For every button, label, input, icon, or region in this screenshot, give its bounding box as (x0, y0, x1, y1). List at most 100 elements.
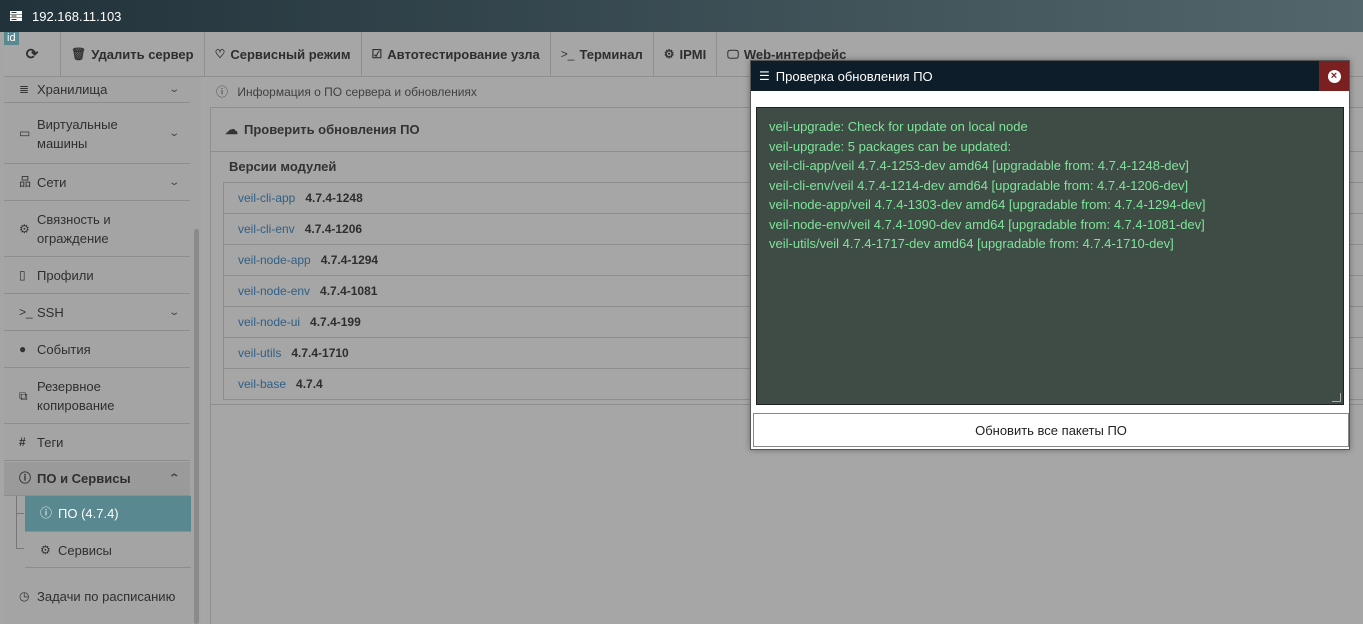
trash-icon: 🗑 (71, 47, 87, 61)
modules-title: Версии модулей (229, 159, 337, 174)
dialog-title: Проверка обновления ПО (775, 68, 933, 84)
window-titlebar: 192.168.11.103 (0, 0, 1363, 32)
tree-line (16, 548, 24, 549)
gears-icon: ⚙ (663, 47, 675, 61)
module-name-link[interactable]: veil-cli-app (238, 191, 295, 205)
tree-line (16, 496, 17, 548)
module-name-link[interactable]: veil-base (238, 377, 286, 391)
delete-server-button[interactable]: 🗑 Удалить сервер (61, 32, 205, 76)
dialog-header: ☰ Проверка обновления ПО × (751, 61, 1349, 91)
sidebar-item-profiles[interactable]: ▯ Профили (4, 258, 190, 294)
info-circle-icon: ⓘ (40, 506, 53, 520)
chevron-up-icon: ⌃ (167, 473, 180, 484)
console-line: veil-node-app/veil 4.7.4-1303-dev amd64 … (769, 197, 1206, 212)
terminal-icon: >_ (560, 47, 575, 61)
clock-icon: ◷ (19, 589, 30, 603)
delete-server-label: Удалить сервер (91, 46, 194, 62)
refresh-icon: ⟳ (25, 46, 39, 63)
chevron-down-icon: ⌄ (167, 307, 180, 318)
sidebar-item-label: Сети (37, 175, 67, 190)
module-name-link[interactable]: veil-node-app (238, 253, 311, 267)
console-line: veil-utils/veil 4.7.4-1717-dev amd64 [up… (769, 236, 1174, 251)
sidebar-item-networks[interactable]: 品 Сети ⌄ (4, 165, 190, 201)
sidebar-item-vms[interactable]: ▭ Виртуальные машины ⌄ (4, 104, 190, 164)
module-version: 4.7.4-1206 (304, 222, 363, 236)
sidebar-item-label: Резервное копирование (37, 379, 115, 413)
module-version: 4.7.4-1294 (320, 253, 379, 267)
module-version: 4.7.4-1248 (305, 191, 363, 205)
sidebar-item-label: Профили (37, 268, 94, 283)
chevron-down-icon: ⌄ (167, 84, 180, 95)
sidebar-item-label: Виртуальные машины (37, 116, 118, 151)
server-icon (10, 11, 22, 21)
terminal-label: Терминал (579, 46, 643, 62)
sidebar-item-label: События (37, 342, 91, 357)
monitor-icon: ▭ (19, 126, 31, 140)
sidebar-item-label: Хранилища (37, 82, 108, 97)
check-square-icon: ☑ (371, 47, 383, 61)
cloud-download-icon: ☁ (225, 121, 238, 137)
sidebar-scrollbar[interactable] (191, 77, 201, 624)
console-line: veil-node-env/veil 4.7.4-1090-dev amd64 … (769, 216, 1205, 232)
info-circle-icon: ⓘ (19, 471, 32, 485)
chevron-down-icon: ⌄ (167, 128, 180, 139)
module-name-link[interactable]: veil-node-env (238, 284, 310, 298)
module-name-link[interactable]: veil-node-ui (238, 315, 300, 329)
sidebar-item-label: Сервисы (58, 542, 112, 558)
module-version: 4.7.4-199 (310, 315, 361, 329)
database-icon: ≣ (19, 82, 30, 96)
module-version: 4.7.4-1081 (320, 284, 378, 298)
terminal-button[interactable]: >_ Терминал (551, 32, 654, 76)
desktop-icon: 🖵 (727, 46, 739, 61)
sidebar-item-tags[interactable]: # Теги (4, 425, 190, 461)
sidebar-item-label: ПО и Сервисы (37, 471, 131, 486)
sidebar-item-storage[interactable]: ≣ Хранилища ⌄ (4, 77, 190, 103)
check-updates-label: Проверить обновления ПО (244, 122, 420, 137)
terminal-icon: >_ (19, 305, 33, 319)
sidebar-item-services[interactable]: ⚙ Сервисы (25, 533, 191, 568)
software-info-header: ⓘ Информация о ПО сервера и обновлениях (216, 83, 477, 100)
update-check-dialog: ☰ Проверка обновления ПО × veil-upgrade:… (750, 60, 1350, 450)
update-console-output[interactable]: veil-upgrade: Check for update on local … (756, 107, 1344, 405)
dialog-close-button[interactable]: × (1319, 61, 1349, 91)
sidebar-item-events[interactable]: ● События (4, 332, 190, 368)
console-line: veil-cli-env/veil 4.7.4-1214-dev amd64 [… (769, 177, 1189, 193)
sidebar-item-ssh[interactable]: >_ SSH ⌄ (4, 295, 190, 331)
sidebar-item-label: Связность и ограждение (37, 212, 111, 246)
tree-line (16, 513, 24, 514)
sidebar-item-scheduled-tasks[interactable]: ◷ Задачи по расписанию (4, 569, 190, 624)
autotest-button[interactable]: ☑ Автотестирование узла (362, 32, 551, 76)
service-mode-button[interactable]: ♡ Сервисный режим (205, 32, 362, 76)
console-line: veil-upgrade: 5 packages can be updated: (769, 138, 1012, 154)
module-version: 4.7.4-1710 (291, 346, 349, 360)
sitemap-icon: 品 (19, 175, 32, 189)
gears-icon: ⚙ (40, 542, 51, 557)
scrollbar-thumb[interactable] (194, 229, 199, 624)
module-name-link[interactable]: veil-utils (238, 346, 281, 360)
copy-icon: ⧉ (19, 388, 28, 403)
info-circle-icon: ⓘ (216, 85, 229, 99)
close-icon: × (1327, 69, 1341, 83)
sidebar-item-label: Задачи по расписанию (37, 589, 176, 604)
module-version: 4.7.4 (296, 377, 323, 391)
console-line: veil-cli-app/veil 4.7.4-1253-dev amd64 [… (769, 158, 1189, 173)
sidebar: ≣ Хранилища ⌄ ▭ Виртуальные машины ⌄ 品 С… (4, 77, 192, 624)
comment-icon: ● (19, 342, 27, 356)
resize-handle[interactable] (1332, 393, 1341, 402)
id-badge: id (4, 32, 19, 45)
chevron-down-icon: ⌄ (167, 177, 180, 188)
update-all-button[interactable]: Обновить все пакеты ПО (753, 413, 1349, 447)
sidebar-item-label: ПО (4.7.4) (58, 506, 119, 521)
file-icon: ▯ (19, 268, 26, 282)
heartbeat-icon: ♡ (214, 47, 226, 61)
ipmi-button[interactable]: ⚙ IPMI (654, 32, 718, 76)
ipmi-label: IPMI (679, 46, 707, 62)
sliders-icon: ☰ (759, 69, 770, 83)
console-line: veil-upgrade: Check for update on local … (769, 119, 1028, 134)
gears-icon: ⚙ (19, 221, 30, 236)
sidebar-item-software-services[interactable]: ⓘ ПО и Сервисы ⌃ (4, 462, 190, 496)
sidebar-item-connectivity[interactable]: ⚙ Связность и ограждение (4, 202, 190, 257)
sidebar-item-software[interactable]: ⓘ ПО (4.7.4) (25, 496, 191, 532)
sidebar-item-backup[interactable]: ⧉ Резервное копирование (4, 369, 190, 424)
module-name-link[interactable]: veil-cli-env (238, 222, 295, 236)
